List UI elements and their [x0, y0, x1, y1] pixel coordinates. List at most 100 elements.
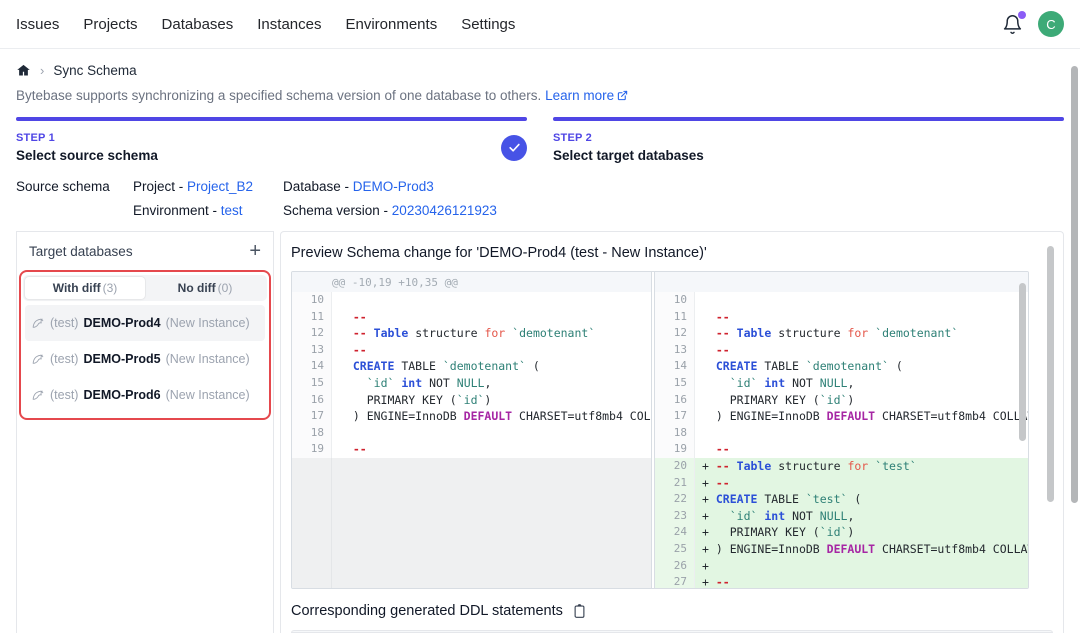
step-1[interactable]: STEP 1 Select source schema: [16, 117, 527, 163]
diff-line: 14 CREATE TABLE `demotenant` (: [292, 358, 651, 375]
field-schema-version: Schema version - 20230426121923: [283, 203, 497, 218]
nav-item-issues[interactable]: Issues: [16, 16, 59, 33]
notifications-bell-icon[interactable]: [1002, 14, 1023, 35]
step-2[interactable]: STEP 2 Select target databases: [553, 117, 1064, 163]
database-env: (test): [50, 316, 78, 330]
tab-no-diff-label: No diff: [178, 281, 216, 295]
mysql-icon: [31, 389, 45, 402]
database-row-demo-prod5[interactable]: (test)DEMO-Prod5(New Instance): [25, 341, 265, 377]
database-link[interactable]: DEMO-Prod3: [353, 179, 434, 194]
database-suffix: (New Instance): [166, 316, 250, 330]
diff-line: 10: [655, 292, 1028, 309]
database-name: DEMO-Prod6: [83, 388, 160, 402]
diff-empty-filler: [292, 458, 651, 588]
diff-line: 26+: [655, 558, 1028, 575]
nav-right: C: [1002, 11, 1064, 37]
step-2-bar: [553, 117, 1064, 121]
diff-line: 11 --: [655, 309, 1028, 326]
database-row-demo-prod4[interactable]: (test)DEMO-Prod4(New Instance): [25, 305, 265, 341]
nav-item-settings[interactable]: Settings: [461, 16, 515, 33]
step-1-tag: STEP 1: [16, 132, 158, 144]
database-row-demo-prod6[interactable]: (test)DEMO-Prod6(New Instance): [25, 377, 265, 413]
diff-pane-scrollbar[interactable]: [1019, 283, 1026, 441]
schema-diff-viewer[interactable]: @@ -10,19 +10,35 @@10 11 --12 -- Table s…: [291, 271, 1029, 589]
diff-line: 18: [292, 425, 651, 442]
field-environment: Environment - test: [133, 203, 283, 218]
tab-with-diff-label: With diff: [53, 281, 101, 295]
source-schema-label: Source schema: [16, 179, 133, 218]
database-suffix: (New Instance): [166, 352, 250, 366]
home-icon[interactable]: [16, 63, 31, 78]
ddl-title: Corresponding generated DDL statements: [291, 603, 563, 619]
diff-line: 12 -- Table structure for `demotenant`: [655, 325, 1028, 342]
mysql-icon: [31, 317, 45, 330]
database-env: (test): [50, 388, 78, 402]
field-database-name: Database -: [283, 179, 353, 194]
tab-with-diff[interactable]: With diff(3): [25, 277, 145, 299]
nav-item-databases[interactable]: Databases: [162, 16, 234, 33]
diff-line: 17 ) ENGINE=InnoDB DEFAULT CHARSET=utf8m…: [655, 408, 1028, 425]
diff-line: 15 `id` int NOT NULL,: [292, 375, 651, 392]
diff-pane-old: @@ -10,19 +10,35 @@10 11 --12 -- Table s…: [292, 272, 652, 588]
step-complete-check-icon: [501, 135, 527, 161]
nav-item-instances[interactable]: Instances: [257, 16, 321, 33]
nav-items: Issues Projects Databases Instances Environm…: [16, 16, 515, 33]
diff-line: 13 --: [655, 342, 1028, 359]
highlight-red-box: With diff(3) No diff(0) (test)DEMO-Prod4…: [19, 270, 271, 420]
tab-no-diff-count: (0): [218, 281, 233, 295]
diff-line: 25+ ) ENGINE=InnoDB DEFAULT CHARSET=utf8…: [655, 541, 1028, 558]
diff-line: 27+ --: [655, 574, 1028, 588]
mysql-icon: [31, 353, 45, 366]
learn-more-link[interactable]: Learn more: [545, 88, 614, 103]
step-1-label: Select source schema: [16, 148, 158, 163]
diff-tabs: With diff(3) No diff(0): [23, 275, 267, 301]
diff-line: 21+ --: [655, 475, 1028, 492]
diff-line: 24+ PRIMARY KEY (`id`): [655, 524, 1028, 541]
add-target-database-button[interactable]: +: [249, 241, 261, 261]
diff-line: 18: [655, 425, 1028, 442]
page-scrollbar[interactable]: [1071, 66, 1078, 503]
source-schema-summary: Source schema Project - Project_B2 Datab…: [16, 179, 1064, 218]
preview-title: Preview Schema change for 'DEMO-Prod4 (t…: [291, 245, 1053, 261]
step-1-bar: [16, 117, 527, 121]
avatar[interactable]: C: [1038, 11, 1064, 37]
ddl-statements-block: [291, 630, 1053, 633]
environment-link[interactable]: test: [221, 203, 243, 218]
diff-pane-new: 10 11 --12 -- Table structure for `demot…: [654, 272, 1028, 588]
diff-line: 13 --: [292, 342, 651, 359]
field-project-name: Project -: [133, 179, 187, 194]
preview-panel: Preview Schema change for 'DEMO-Prod4 (t…: [280, 231, 1064, 633]
diff-line: 14 CREATE TABLE `demotenant` (: [655, 358, 1028, 375]
diff-line: 19 --: [655, 441, 1028, 458]
preview-panel-scrollbar[interactable]: [1047, 246, 1054, 502]
breadcrumb: › Sync Schema: [16, 63, 1064, 78]
nav-item-environments[interactable]: Environments: [345, 16, 437, 33]
diff-line: 11 --: [292, 309, 651, 326]
field-environment-name: Environment -: [133, 203, 221, 218]
field-project: Project - Project_B2: [133, 179, 283, 194]
target-database-list: (test)DEMO-Prod4(New Instance)(test)DEMO…: [23, 301, 267, 415]
notification-dot: [1018, 11, 1026, 19]
project-link[interactable]: Project_B2: [187, 179, 253, 194]
diff-line: 16 PRIMARY KEY (`id`): [655, 392, 1028, 409]
intro-sentence: Bytebase supports synchronizing a specif…: [16, 88, 541, 103]
top-nav: Issues Projects Databases Instances Environm…: [0, 0, 1080, 49]
diff-hunk-header: @@ -10,19 +10,35 @@: [292, 272, 651, 292]
external-link-icon: [617, 89, 628, 104]
diff-line: 15 `id` int NOT NULL,: [655, 375, 1028, 392]
diff-line: 16 PRIMARY KEY (`id`): [292, 392, 651, 409]
diff-line: 22+ CREATE TABLE `test` (: [655, 491, 1028, 508]
field-schema-version-name: Schema version -: [283, 203, 392, 218]
breadcrumb-page: Sync Schema: [53, 63, 136, 78]
chevron-right-icon: ›: [40, 63, 44, 78]
database-name: DEMO-Prod5: [83, 352, 160, 366]
nav-item-projects[interactable]: Projects: [83, 16, 137, 33]
tab-no-diff[interactable]: No diff(0): [145, 277, 265, 299]
diff-line: 17 ) ENGINE=InnoDB DEFAULT CHARSET=utf8m…: [292, 408, 651, 425]
step-2-tag: STEP 2: [553, 132, 704, 144]
copy-icon[interactable]: [572, 603, 587, 619]
step-2-label: Select target databases: [553, 148, 704, 163]
diff-line: 10: [292, 292, 651, 309]
schema-version-link[interactable]: 20230426121923: [392, 203, 497, 218]
field-database: Database - DEMO-Prod3: [283, 179, 497, 194]
